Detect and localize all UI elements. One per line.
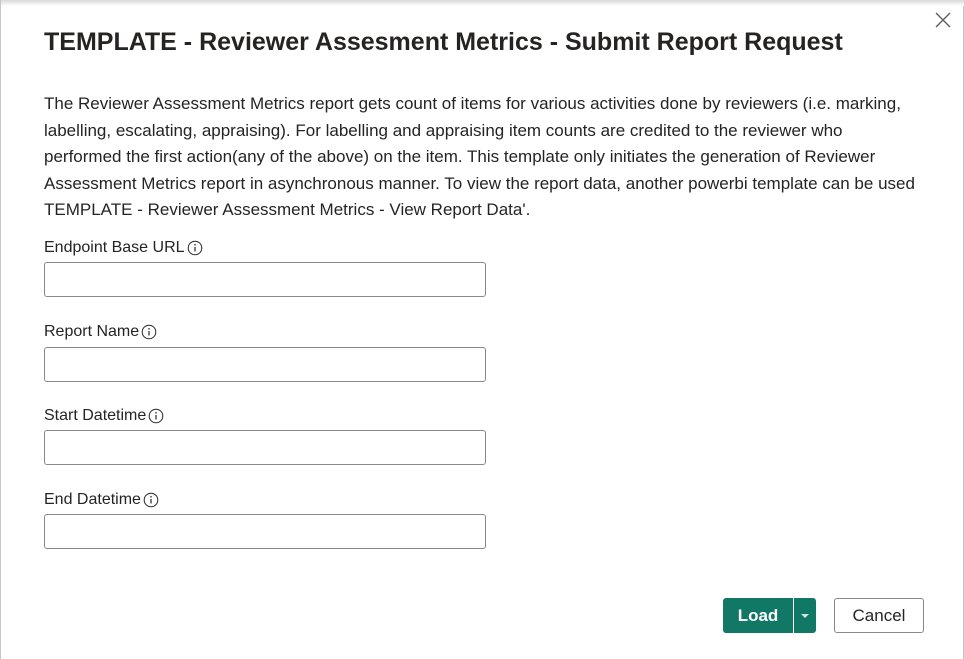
dialog-title: TEMPLATE - Reviewer Assesment Metrics - … [44, 28, 843, 56]
endpoint-base-url-label-row: Endpoint Base URL [44, 239, 203, 257]
cancel-button[interactable]: Cancel [834, 598, 924, 633]
submit-report-dialog: TEMPLATE - Reviewer Assesment Metrics - … [0, 0, 964, 659]
load-split-button: Load [723, 598, 816, 633]
report-name-label-row: Report Name [44, 323, 157, 341]
start-datetime-label-row: Start Datetime [44, 407, 164, 425]
end-datetime-label: End Datetime [44, 491, 141, 508]
info-icon[interactable] [148, 408, 164, 424]
close-button[interactable] [931, 8, 955, 32]
report-name-input[interactable] [44, 347, 486, 382]
load-dropdown-button[interactable] [794, 598, 816, 633]
dialog-description: The Reviewer Assessment Metrics report g… [44, 94, 915, 219]
load-button[interactable]: Load [723, 598, 793, 633]
report-name-label: Report Name [44, 323, 140, 340]
endpoint-base-url-label: Endpoint Base URL [44, 239, 185, 256]
end-datetime-input[interactable] [44, 514, 486, 549]
start-datetime-input[interactable] [44, 430, 486, 465]
info-icon[interactable] [141, 324, 157, 340]
endpoint-base-url-input[interactable] [44, 262, 486, 297]
caret-down-icon [801, 613, 809, 618]
start-datetime-label: Start Datetime [44, 407, 147, 424]
info-icon[interactable] [143, 492, 159, 508]
end-datetime-label-row: End Datetime [44, 491, 159, 509]
info-icon[interactable] [187, 240, 203, 256]
dialog-top-strip [1, 0, 964, 6]
close-icon [935, 12, 951, 28]
